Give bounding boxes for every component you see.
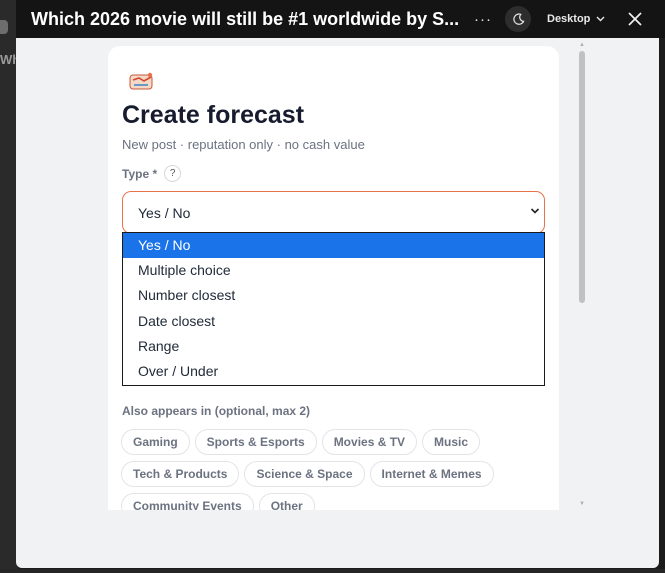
close-icon [628, 12, 643, 26]
chip-community-events[interactable]: Community Events [121, 493, 254, 510]
chip-internet-memes[interactable]: Internet & Memes [369, 461, 494, 487]
device-label: Desktop [547, 13, 591, 25]
chip-gaming[interactable]: Gaming [121, 429, 190, 455]
preview-title: Which 2026 movie will still be #1 worldw… [31, 8, 459, 29]
moon-icon [512, 12, 525, 25]
page-title: Create forecast [122, 101, 305, 129]
background-avatar [0, 20, 8, 34]
type-select[interactable]: Yes / No [122, 191, 545, 234]
theme-toggle-button[interactable] [505, 6, 531, 32]
device-select[interactable]: Desktop [547, 13, 605, 25]
modal-scrollbar[interactable]: ▲ ▼ [578, 42, 586, 510]
also-appears-label: Also appears in (optional, max 2) [122, 404, 311, 418]
close-button[interactable] [625, 9, 645, 29]
scroll-up-arrow[interactable]: ▲ [579, 42, 585, 48]
type-option-number-closest[interactable]: Number closest [123, 283, 544, 308]
type-field-label: Type * ? [122, 165, 182, 182]
background-strip [0, 569, 665, 573]
chip-music[interactable]: Music [422, 429, 481, 455]
chip-sports-esports[interactable]: Sports & Esports [194, 429, 317, 455]
chip-movies-tv[interactable]: Movies & TV [321, 429, 418, 455]
chip-tech-products[interactable]: Tech & Products [121, 461, 240, 487]
page-subtitle: New post · reputation only · no cash val… [122, 137, 365, 152]
more-options-button[interactable]: ··· [473, 11, 493, 28]
type-option-yes-no[interactable]: Yes / No [123, 233, 544, 259]
type-dropdown-list: Yes / No Multiple choice Number closest … [122, 232, 545, 386]
brand-logo [129, 72, 153, 90]
chip-science-space[interactable]: Science & Space [244, 461, 365, 487]
type-option-range[interactable]: Range [123, 334, 544, 359]
type-label-text: Type * [122, 166, 158, 181]
preview-titlebar: Which 2026 movie will still be #1 worldw… [16, 0, 665, 38]
type-option-multiple-choice[interactable]: Multiple choice [123, 258, 544, 283]
scroll-down-arrow[interactable]: ▼ [579, 501, 585, 507]
type-option-over-under[interactable]: Over / Under [123, 359, 544, 384]
chip-other[interactable]: Other [258, 493, 315, 510]
help-icon[interactable]: ? [164, 165, 182, 182]
create-forecast-card: Create forecast New post · reputation on… [108, 46, 559, 510]
type-option-date-closest[interactable]: Date closest [123, 309, 544, 334]
type-select-value: Yes / No [138, 204, 191, 221]
chevron-down-icon [530, 208, 540, 214]
category-chips: Gaming Sports & Esports Movies & TV Musi… [121, 429, 551, 510]
scrollbar-thumb[interactable] [579, 51, 585, 303]
chevron-down-icon [596, 16, 605, 22]
